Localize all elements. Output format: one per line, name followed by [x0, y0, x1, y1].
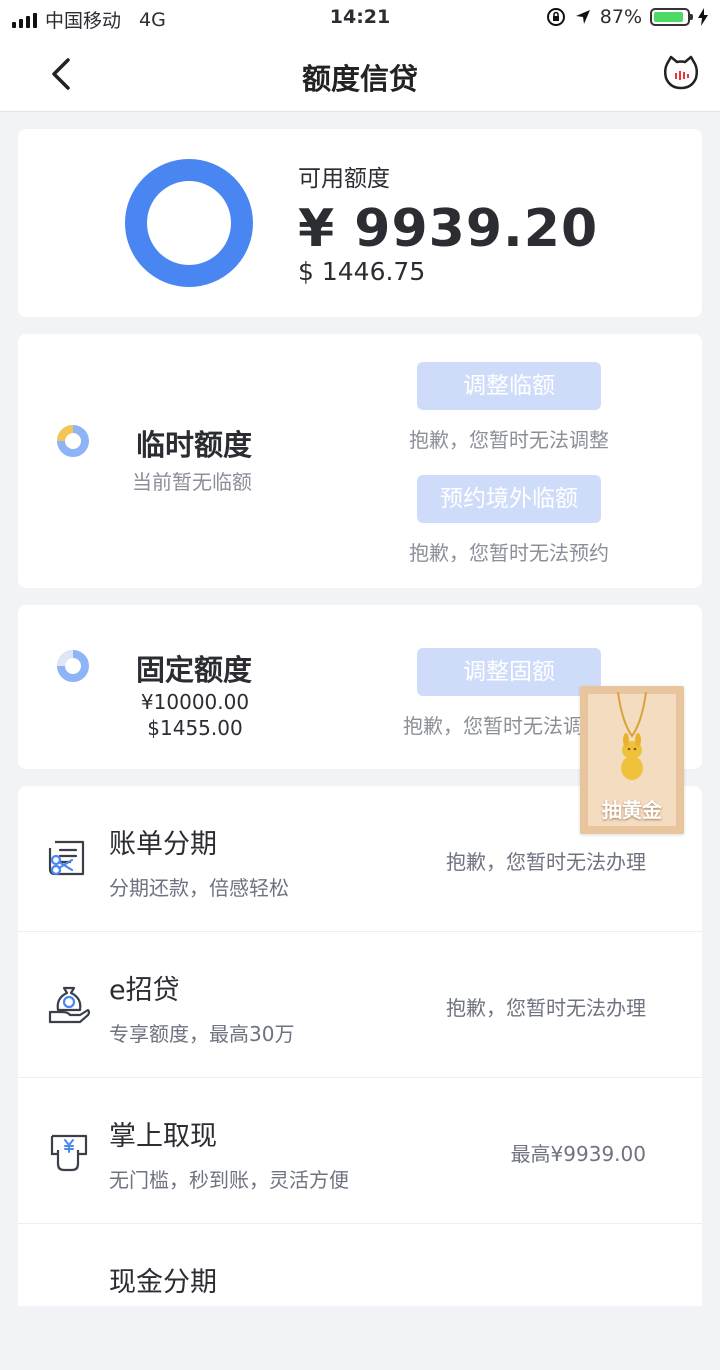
gold-draw-promo[interactable]: 抽黄金: [580, 686, 684, 834]
service-row-cash-installment[interactable]: 现金分期: [18, 1224, 702, 1370]
cat-face-icon[interactable]: [662, 54, 700, 92]
available-usd: $ 1446.75: [298, 257, 426, 286]
service-row-mobile-cash[interactable]: 掌上取现 无门槛，秒到账，灵活方便 最高¥9939.00: [18, 1078, 702, 1224]
service-subtitle: 专享额度，最高30万: [109, 1022, 295, 1046]
service-status: 抱歉，您暂时无法办理: [446, 850, 646, 874]
available-cny: ¥ 9939.20: [298, 199, 599, 259]
service-title: 账单分期: [109, 829, 217, 860]
status-right: 87%: [546, 6, 708, 28]
temporary-ring-icon: [57, 425, 89, 457]
gold-pendant-icon: [617, 692, 647, 780]
temporary-title: 临时额度: [136, 428, 253, 462]
fixed-title: 固定额度: [136, 653, 253, 687]
status-bar: 中国移动 4G 14:21 87%: [0, 0, 720, 36]
service-title: e招贷: [109, 975, 180, 1006]
battery-percent: 87%: [599, 6, 642, 28]
service-subtitle: 无门槛，秒到账，灵活方便: [109, 1168, 349, 1192]
service-subtitle: 分期还款，倍感轻松: [109, 876, 289, 900]
credit-ring-chart: [125, 159, 253, 287]
available-credit-card: 可用额度 ¥ 9939.20 $ 1446.75: [18, 129, 702, 317]
overseas-temp-note: 抱歉，您暂时无法预约: [409, 541, 609, 565]
charging-bolt-icon: [698, 8, 708, 26]
battery-icon: [650, 8, 693, 26]
fixed-cny: ¥10000.00: [140, 690, 250, 714]
location-arrow-icon: [575, 10, 590, 24]
bill-scissors-icon: [48, 840, 85, 876]
service-row-e-loan[interactable]: e招贷 专享额度，最高30万 抱歉，您暂时无法办理: [18, 932, 702, 1078]
adjust-fixed-note: 抱歉，您暂时无法调: [403, 714, 583, 738]
temporary-subtitle: 当前暂无临额: [132, 470, 252, 494]
promo-label: 抽黄金: [602, 798, 662, 822]
available-label: 可用额度: [298, 166, 390, 192]
temporary-credit-card: 临时额度 当前暂无临额 调整临额 抱歉，您暂时无法调整 预约境外临额 抱歉，您暂…: [18, 334, 702, 588]
page-title: 额度信贷: [301, 62, 418, 96]
money-bag-hand-icon: [48, 986, 91, 1024]
service-list: 账单分期 分期还款，倍感轻松 抱歉，您暂时无法办理 e招贷 专享额度，最高30万…: [18, 786, 702, 1306]
adjust-temp-button[interactable]: 调整临额: [417, 362, 601, 410]
service-title: 掌上取现: [109, 1121, 217, 1152]
rotation-lock-icon: [546, 8, 565, 26]
service-status: 最高¥9939.00: [510, 1142, 646, 1166]
fixed-usd: $1455.00: [147, 716, 243, 740]
service-status: 抱歉，您暂时无法办理: [446, 996, 646, 1020]
nav-bar: 额度信贷: [0, 36, 720, 112]
overseas-temp-button[interactable]: 预约境外临额: [417, 475, 601, 523]
fixed-ring-icon: [57, 650, 89, 682]
adjust-temp-note: 抱歉，您暂时无法调整: [409, 428, 609, 452]
cash-withdraw-icon: [50, 1134, 88, 1172]
adjust-fixed-button[interactable]: 调整固额: [417, 648, 601, 696]
